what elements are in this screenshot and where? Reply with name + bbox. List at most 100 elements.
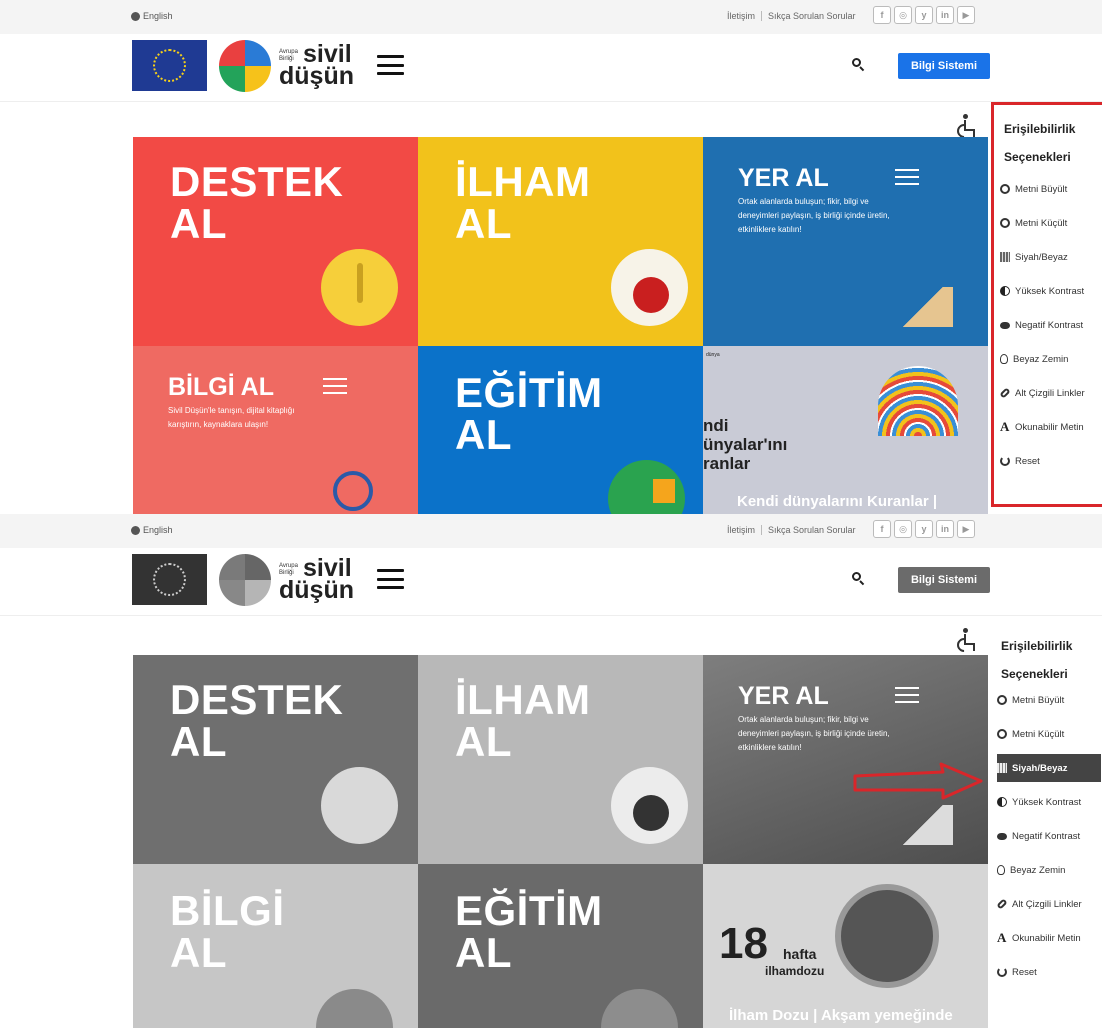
zoom-out-icon xyxy=(997,729,1007,739)
instagram-icon[interactable]: ◎ xyxy=(894,6,912,24)
contrast-icon xyxy=(997,797,1007,807)
tile-destek-image xyxy=(321,767,398,844)
facebook-icon[interactable]: f xyxy=(873,520,891,538)
instagram-icon[interactable]: ◎ xyxy=(894,520,912,538)
social-links: f ◎ y in ▶ xyxy=(873,520,975,538)
lightbulb-icon xyxy=(1000,354,1008,364)
tile-ilham[interactable]: İLHAM AL xyxy=(418,137,703,346)
option-zoom-out[interactable]: Metni Küçült xyxy=(1000,209,1102,237)
tile-yer-title: YER AL xyxy=(738,164,829,192)
menu-icon[interactable] xyxy=(377,569,404,589)
magnifier-icon xyxy=(316,989,393,1028)
site-header: Avrupa Birliği sivil düşün Bilgi Sistemi xyxy=(0,34,1102,102)
tile-egitim[interactable]: EĞİTİM AL xyxy=(418,346,703,514)
tile-bilgi-title: BİLGİ AL xyxy=(168,373,275,401)
option-reset[interactable]: Reset xyxy=(997,958,1101,986)
option-label: Alt Çizgili Linkler xyxy=(1015,387,1085,399)
bilgi-sistemi-button[interactable]: Bilgi Sistemi xyxy=(898,567,990,593)
faq-link[interactable]: Sıkça Sorulan Sorular xyxy=(768,525,856,535)
tile-ilham-title: İLHAM AL xyxy=(455,676,591,765)
sticky-note-icon xyxy=(653,479,675,503)
tile-menu-icon xyxy=(895,169,919,185)
puzzle-logo[interactable] xyxy=(219,40,273,92)
tile-yer[interactable]: YER AL Ortak alanlarda buluşun; fikir, b… xyxy=(703,655,988,864)
news-partial-title: ndi ünyalar'ını ranlar xyxy=(703,416,788,473)
search-icon[interactable] xyxy=(852,58,865,72)
linkedin-icon[interactable]: in xyxy=(936,6,954,24)
contact-link[interactable]: İletişim xyxy=(727,11,755,21)
tile-yer-title: YER AL xyxy=(738,682,829,710)
tile-bilgi[interactable]: BİLGİ AL Sivil Düşün'le tanışın, dijital… xyxy=(133,346,418,514)
tile-bilgi[interactable]: BİLGİ AL xyxy=(133,864,418,1028)
option-label: Reset xyxy=(1015,455,1040,467)
option-zoom-out[interactable]: Metni Küçült xyxy=(997,720,1101,748)
video-thumbnail xyxy=(835,884,939,988)
puzzle-logo[interactable] xyxy=(219,554,273,606)
option-font[interactable]: A Okunabilir Metin xyxy=(1000,413,1102,441)
language-label: English xyxy=(143,525,173,535)
globe-icon xyxy=(131,11,140,21)
option-reset[interactable]: Reset xyxy=(1000,447,1102,475)
youtube-icon[interactable]: ▶ xyxy=(957,520,975,538)
option-label: Siyah/Beyaz xyxy=(1015,251,1068,263)
search-icon[interactable] xyxy=(852,572,865,586)
apple-icon xyxy=(633,795,669,831)
option-eye[interactable]: Negatif Kontrast xyxy=(1000,311,1102,339)
tile-destek[interactable]: DESTEK AL xyxy=(133,137,418,346)
option-link[interactable]: Alt Çizgili Linkler xyxy=(996,890,1101,918)
facebook-icon[interactable]: f xyxy=(873,6,891,24)
option-lightbulb[interactable]: Beyaz Zemin xyxy=(997,856,1101,884)
option-zoom-in[interactable]: Metni Büyült xyxy=(1000,175,1102,203)
tile-ilham[interactable]: İLHAM AL xyxy=(418,655,703,864)
option-label: Beyaz Zemin xyxy=(1010,864,1066,876)
twitter-icon[interactable]: y xyxy=(915,6,933,24)
top-links: İletişim Sıkça Sorulan Sorular xyxy=(727,525,856,535)
option-contrast[interactable]: Yüksek Kontrast xyxy=(1000,277,1102,305)
font-icon: A xyxy=(997,930,1007,945)
option-eye[interactable]: Negatif Kontrast xyxy=(997,822,1101,850)
tile-bilgi-description: Sivil Düşün'le tanışın, dijital kitaplığ… xyxy=(168,406,295,429)
top-bar: English İletişim Sıkça Sorulan Sorular f… xyxy=(0,514,1102,548)
option-font[interactable]: A Okunabilir Metin xyxy=(997,924,1101,952)
red-arrow-annotation xyxy=(853,762,983,800)
tile-destek-title: DESTEK AL xyxy=(170,676,344,765)
eye-icon xyxy=(997,832,1007,840)
faq-link[interactable]: Sıkça Sorulan Sorular xyxy=(768,11,856,21)
option-contrast[interactable]: Yüksek Kontrast xyxy=(997,788,1101,816)
tile-egitim-title: EĞİTİM AL xyxy=(455,887,603,976)
language-switch[interactable]: English xyxy=(131,525,173,535)
eu-flag-logo xyxy=(132,40,207,91)
option-grayscale[interactable]: Siyah/Beyaz xyxy=(997,754,1101,782)
tile-yer[interactable]: YER AL Ortak alanlarda buluşun; fikir, b… xyxy=(703,137,988,346)
social-links: f ◎ y in ▶ xyxy=(873,6,975,24)
option-label: Beyaz Zemin xyxy=(1013,353,1069,365)
wheelchair-icon[interactable] xyxy=(954,628,980,655)
tile-egitim[interactable]: EĞİTİM AL xyxy=(418,864,703,1028)
option-zoom-in[interactable]: Metni Büyült xyxy=(997,686,1101,714)
bilgi-sistemi-button[interactable]: Bilgi Sistemi xyxy=(898,53,990,79)
linkedin-icon[interactable]: in xyxy=(936,520,954,538)
youtube-icon[interactable]: ▶ xyxy=(957,6,975,24)
tile-news[interactable]: 18 hafta ilhamdozu İlham Dozu | Akşam ye… xyxy=(703,864,988,1028)
link-icon xyxy=(999,387,1011,399)
option-link[interactable]: Alt Çizgili Linkler xyxy=(999,379,1102,407)
top-links: İletişim Sıkça Sorulan Sorular xyxy=(727,11,856,21)
contact-link[interactable]: İletişim xyxy=(727,525,755,535)
apple-icon xyxy=(633,277,669,313)
tile-news[interactable]: dünya ndi ünyalar'ını ranlar Kendi dünya… xyxy=(703,346,988,514)
brand-subtitle: Avrupa Birliği xyxy=(279,563,298,576)
tile-destek[interactable]: DESTEK AL xyxy=(133,655,418,864)
option-label: Siyah/Beyaz xyxy=(1012,762,1068,774)
option-grayscale[interactable]: Siyah/Beyaz xyxy=(1000,243,1102,271)
twitter-icon[interactable]: y xyxy=(915,520,933,538)
screenshot-color-mode: English İletişim Sıkça Sorulan Sorular f… xyxy=(0,0,1102,514)
language-switch[interactable]: English xyxy=(131,11,173,21)
tile-egitim-title: EĞİTİM AL xyxy=(455,369,603,458)
menu-icon[interactable] xyxy=(377,55,404,75)
option-lightbulb[interactable]: Beyaz Zemin xyxy=(1000,345,1102,373)
puzzle-piece xyxy=(245,554,271,580)
tile-destek-title: DESTEK AL xyxy=(170,158,344,247)
news-caption: Kendi dünyalarını Kuranlar | xyxy=(737,493,938,510)
font-icon: A xyxy=(1000,419,1010,434)
option-label: Metni Büyült xyxy=(1012,694,1065,706)
